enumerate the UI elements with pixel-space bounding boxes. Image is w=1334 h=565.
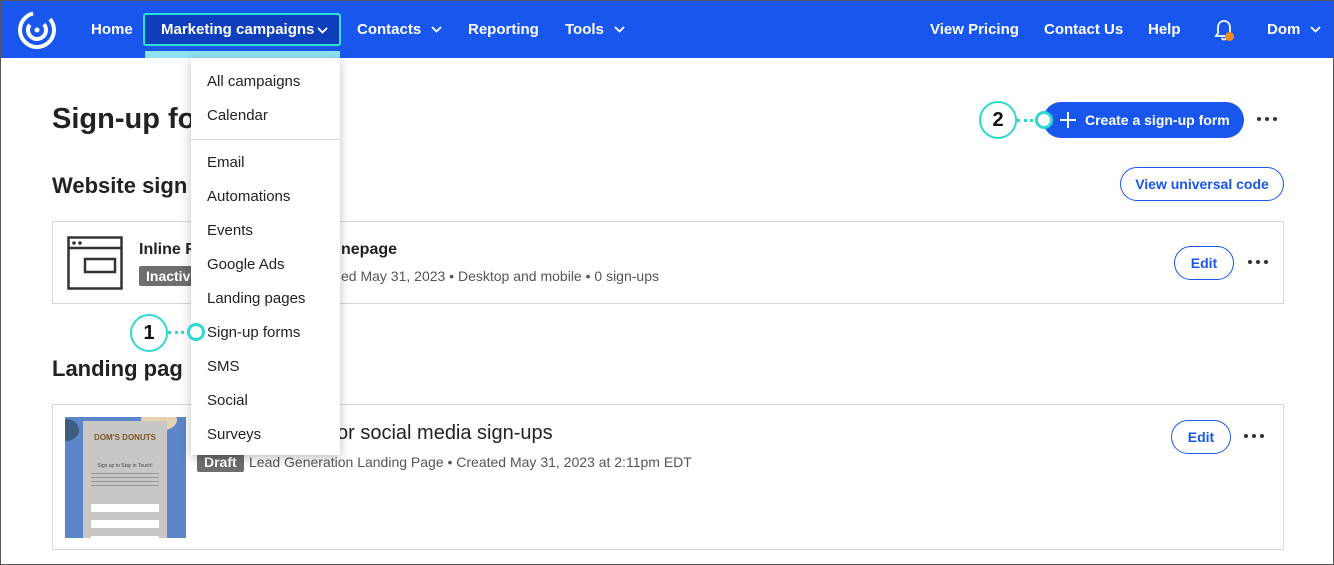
thumbnail-field [91, 520, 159, 528]
status-badge: Inactiv [139, 266, 198, 286]
thumbnail-field [91, 536, 159, 538]
browser-window-icon [67, 236, 123, 290]
landing-section-heading: Landing pag [52, 356, 183, 381]
landing-page-title[interactable]: or social media sign-ups [337, 422, 553, 445]
callout-step-2: 2 [979, 101, 1017, 139]
create-sign-up-form-button[interactable]: Create a sign-up form [1043, 102, 1244, 138]
thumbnail-decoration [65, 419, 79, 441]
landing-page-thumbnail[interactable]: DOM'S DONUTS Sign up to Stay in Touch! [65, 417, 186, 538]
callout-step-1: 1 [130, 314, 168, 352]
menu-item-email[interactable]: Email [207, 154, 245, 171]
menu-item-calendar[interactable]: Calendar [207, 107, 268, 124]
menu-item-landing-pages[interactable]: Landing pages [207, 290, 305, 307]
nav-reporting[interactable]: Reporting [468, 1, 539, 58]
menu-item-automations[interactable]: Automations [207, 188, 290, 205]
status-badge: Draft [197, 452, 244, 472]
chevron-down-icon [614, 26, 625, 33]
menu-item-sms[interactable]: SMS [207, 358, 240, 375]
menu-divider [191, 139, 340, 140]
thumbnail-text-line [91, 485, 159, 486]
menu-item-events[interactable]: Events [207, 222, 253, 239]
callout-target-ring [187, 323, 205, 341]
nav-user-menu[interactable]: Dom [1267, 1, 1321, 58]
callout-target-ring [1035, 111, 1053, 129]
more-options-icon[interactable] [1244, 434, 1264, 440]
thumbnail-text-line [91, 477, 159, 478]
chevron-down-icon [431, 26, 442, 33]
edit-button[interactable]: Edit [1174, 246, 1234, 280]
nav-view-pricing[interactable]: View Pricing [930, 1, 1019, 58]
notification-dot [1225, 32, 1234, 41]
chevron-down-icon [1310, 26, 1321, 33]
nav-marketing-campaigns[interactable]: Marketing campaigns [143, 13, 341, 46]
menu-item-google-ads[interactable]: Google Ads [207, 256, 285, 273]
menu-item-surveys[interactable]: Surveys [207, 426, 261, 443]
view-universal-code-button[interactable]: View universal code [1120, 167, 1284, 201]
nav-tools[interactable]: Tools [565, 1, 625, 58]
thumbnail-heading: Sign up to Stay in Touch! [97, 463, 153, 469]
menu-item-social[interactable]: Social [207, 392, 248, 409]
page-title: Sign-up fo [52, 103, 196, 135]
edit-button[interactable]: Edit [1171, 420, 1231, 454]
chevron-down-icon [317, 27, 328, 34]
thumbnail-text-line [91, 473, 159, 474]
website-section-heading: Website sign [52, 173, 188, 198]
form-title[interactable]: Inline F [139, 241, 195, 259]
nav-home[interactable]: Home [91, 1, 133, 58]
marketing-campaigns-dropdown: All campaigns Calendar Email Automations… [191, 58, 340, 455]
nav-contact-us[interactable]: Contact Us [1044, 1, 1123, 58]
menu-item-all-campaigns[interactable]: All campaigns [207, 73, 300, 90]
landing-page-metadata: Lead Generation Landing Page • Created M… [249, 454, 692, 470]
constant-contact-logo-icon[interactable] [15, 9, 59, 51]
nav-contacts[interactable]: Contacts [357, 1, 442, 58]
active-nav-indicator [145, 51, 340, 58]
page-more-options-icon[interactable] [1257, 117, 1277, 123]
top-navigation: Home Marketing campaigns Contacts Report… [1, 1, 1333, 58]
form-metadata: ed May 31, 2023 • Desktop and mobile • 0… [341, 268, 659, 284]
thumbnail-brand: DOM'S DONUTS [94, 433, 156, 442]
nav-help[interactable]: Help [1148, 1, 1181, 58]
menu-item-sign-up-forms[interactable]: Sign-up forms [207, 324, 300, 341]
thumbnail-field [91, 504, 159, 512]
form-title-continued[interactable]: nepage [341, 241, 397, 259]
thumbnail-paper: DOM'S DONUTS Sign up to Stay in Touch! [83, 421, 167, 538]
thumbnail-text-line [91, 481, 159, 482]
app-frame: Home Marketing campaigns Contacts Report… [0, 0, 1334, 565]
plus-icon [1060, 112, 1076, 128]
more-options-icon[interactable] [1248, 260, 1268, 266]
